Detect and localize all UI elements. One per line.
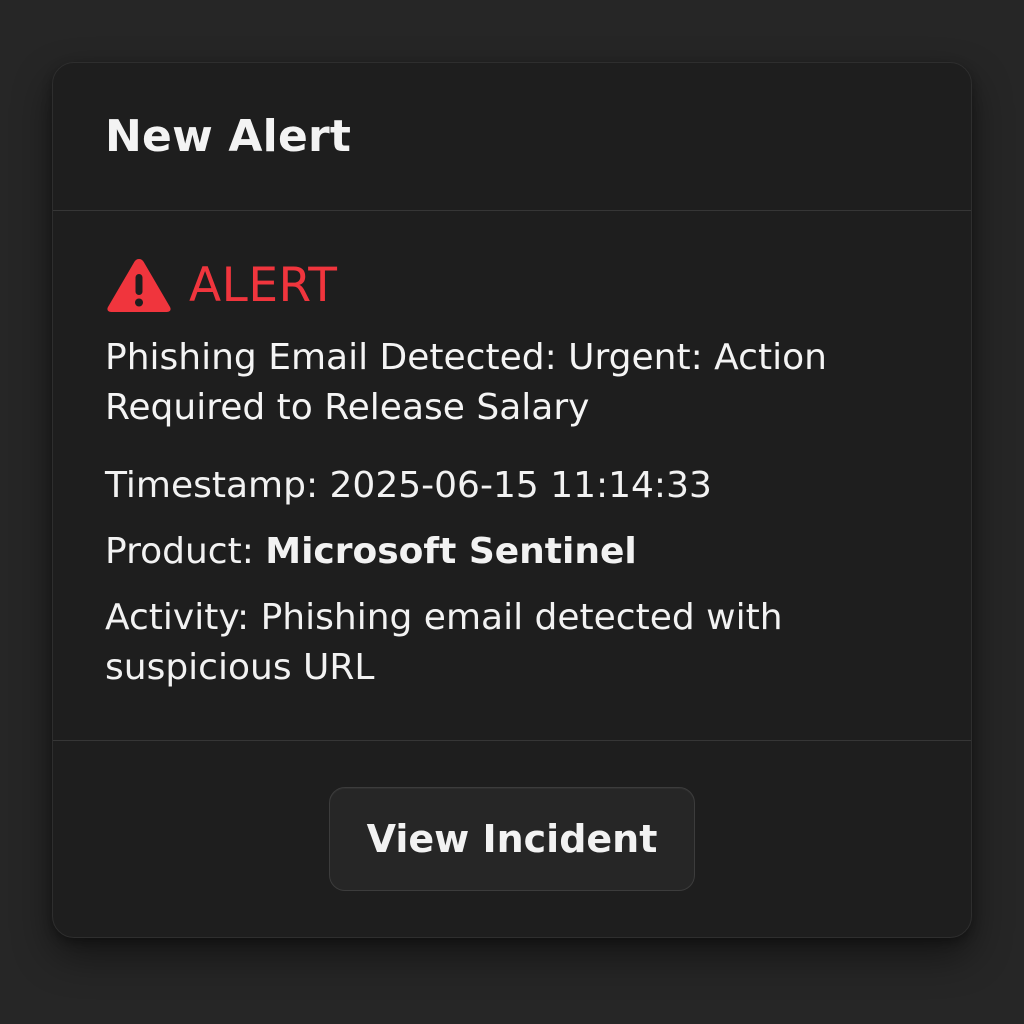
activity-label: Activity:: [105, 597, 261, 638]
alert-card: New Alert ALERT Phishing Email Detected:…: [52, 62, 972, 938]
alert-headline: Phishing Email Detected: Urgent: Action …: [105, 337, 827, 428]
alert-timestamp: Timestamp: 2025-06-15 11:14:33: [105, 461, 919, 511]
timestamp-label: Timestamp:: [105, 465, 330, 506]
warning-triangle-icon: [105, 256, 173, 314]
card-title: New Alert: [105, 111, 352, 162]
product-label: Product:: [105, 531, 266, 572]
alert-severity-row: ALERT: [105, 257, 919, 313]
timestamp-value: 2025-06-15 11:14:33: [329, 465, 712, 506]
alert-product: Product: Microsoft Sentinel: [105, 527, 919, 577]
alert-activity: Activity: Phishing email detected with s…: [105, 593, 865, 693]
alert-severity-label: ALERT: [189, 257, 338, 313]
view-incident-button[interactable]: View Incident: [329, 787, 695, 891]
card-footer: View Incident: [53, 741, 971, 937]
product-value: Microsoft Sentinel: [265, 531, 637, 572]
card-header: New Alert: [53, 63, 971, 211]
card-body: ALERT Phishing Email Detected: Urgent: A…: [53, 211, 971, 741]
